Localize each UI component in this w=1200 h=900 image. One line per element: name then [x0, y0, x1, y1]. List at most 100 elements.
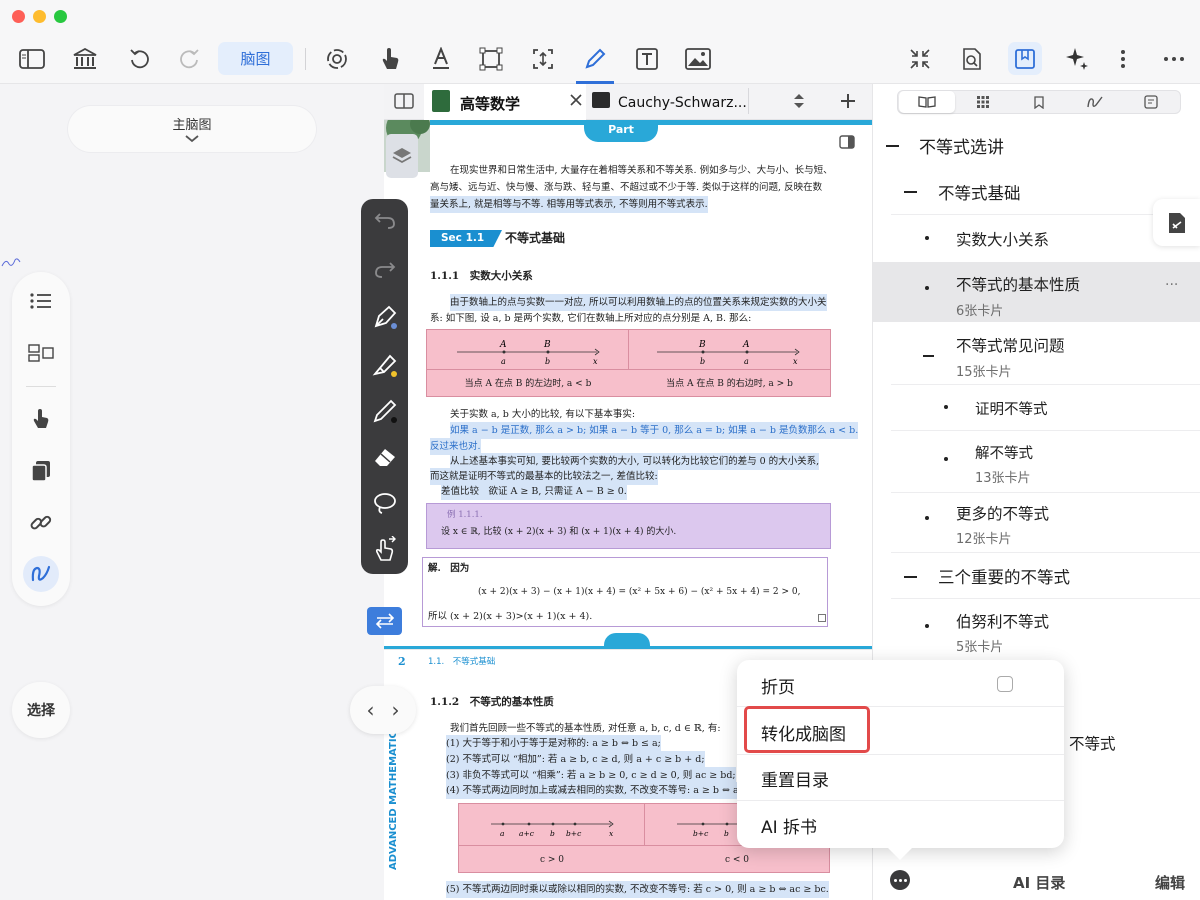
edit-button[interactable]: 编辑 — [1155, 872, 1185, 893]
view-bookmark-icon[interactable] — [1011, 91, 1067, 113]
swap-arrows-icon — [375, 613, 394, 629]
tab-advanced-math[interactable]: 高等数学 — [424, 84, 586, 120]
crop-expand-icon[interactable] — [526, 42, 560, 76]
collapse-toggle[interactable] — [904, 191, 917, 193]
close-window-icon[interactable] — [12, 10, 25, 23]
figure-caption-right: 当点 A 在点 B 的右边时, a > b — [666, 379, 793, 389]
touch-gesture-icon[interactable] — [369, 533, 400, 564]
row-more-icon[interactable]: ··· — [1165, 277, 1178, 293]
subsection-title-2: 1.1.2 不等式的基本性质 — [430, 696, 554, 708]
sidebar-panel-icon[interactable] — [839, 135, 855, 149]
outline-item-11[interactable]: 不等式 — [1069, 732, 1116, 754]
redo-stroke-icon[interactable] — [369, 254, 400, 285]
freehand-squiggle-icon[interactable] — [26, 559, 56, 589]
collapse-toggle[interactable] — [923, 355, 934, 357]
panel-view-switcher — [897, 90, 1181, 114]
highlight-annotation-box — [744, 706, 870, 753]
redo-icon[interactable] — [172, 42, 206, 76]
swap-direction-button[interactable] — [367, 607, 402, 635]
figure-cell-right: B Ab a x — [629, 330, 830, 370]
zoom-window-icon[interactable] — [54, 10, 67, 23]
outline-bullet — [925, 286, 929, 290]
text-underline-icon[interactable] — [424, 42, 458, 76]
outline-item-8[interactable]: 更多的不等式 — [956, 502, 1049, 524]
menu-item-ai-split-book[interactable]: AI 拆书 — [761, 813, 817, 838]
undo-icon[interactable] — [123, 42, 157, 76]
mindmap-side-toolbar — [12, 272, 70, 606]
svg-text:b: b — [724, 829, 729, 838]
minimize-window-icon[interactable] — [33, 10, 46, 23]
figure2-caption-left: c > 0 — [539, 855, 565, 865]
eraser-icon[interactable] — [369, 441, 400, 472]
collapse-toggle[interactable] — [904, 576, 917, 578]
ai-toc-button[interactable]: AI 目录 — [1013, 872, 1065, 893]
view-handwriting-icon[interactable] — [1067, 91, 1123, 113]
undo-stroke-icon[interactable] — [369, 205, 400, 236]
outline-item-9[interactable]: 三个重要的不等式 — [938, 564, 1070, 588]
view-notes-icon[interactable] — [1123, 91, 1179, 113]
copy-pages-icon[interactable] — [26, 456, 56, 486]
tab-cauchy-schwarz[interactable]: Cauchy-Schwarz... — [618, 95, 747, 111]
more-options-icon[interactable] — [890, 870, 910, 890]
outline-item-5[interactable]: 不等式常见问题 — [956, 334, 1065, 356]
pen-icon[interactable] — [578, 42, 612, 76]
main-mindmap-selector[interactable]: 主脑图 — [68, 106, 316, 152]
highlighter-icon[interactable] — [369, 349, 400, 380]
svg-text:A: A — [742, 340, 750, 350]
outline-bullet — [944, 405, 948, 409]
fountain-pen-icon[interactable] — [369, 301, 400, 332]
close-tab-icon[interactable] — [570, 94, 582, 106]
collapse-toggle[interactable] — [886, 145, 899, 147]
figure-caption-left: 当点 A 在点 B 的左边时, a < b — [464, 379, 592, 389]
solution-equation: (x + 2)(x + 3) − (x + 1)(x + 4) = (x² + … — [478, 587, 801, 597]
library-icon[interactable] — [68, 42, 102, 76]
more-horizontal-icon[interactable] — [1157, 42, 1191, 76]
text-box-icon[interactable] — [630, 42, 664, 76]
list-icon[interactable] — [26, 286, 56, 316]
select-button[interactable]: 选择 — [12, 682, 70, 738]
hand-pointer-icon[interactable] — [26, 404, 56, 434]
next-page-icon[interactable]: › — [392, 698, 400, 722]
more-vertical-icon[interactable] — [1106, 42, 1140, 76]
hand-pointer-icon[interactable] — [373, 42, 407, 76]
layout-blocks-icon[interactable] — [26, 338, 56, 368]
document-search-icon[interactable] — [955, 42, 989, 76]
link-icon[interactable] — [26, 508, 56, 538]
split-view-icon[interactable] — [394, 93, 414, 109]
menu-item-reset-toc[interactable]: 重置目录 — [761, 766, 829, 791]
svg-text:b: b — [545, 357, 550, 366]
bookmark-book-icon[interactable] — [1008, 42, 1042, 76]
outline-item-4[interactable]: 不等式的基本性质 — [956, 273, 1080, 295]
outline-separator — [891, 430, 1200, 431]
mindmap-canvas[interactable]: 主脑图 选择 — [0, 84, 384, 900]
example-box: 例 1.1.1. 设 x ∈ ℝ, 比较 (x + 2)(x + 3) 和 (x… — [426, 503, 831, 549]
lasso-icon[interactable] — [369, 487, 400, 518]
pencil-icon[interactable] — [369, 395, 400, 426]
shrink-arrows-icon[interactable] — [903, 42, 937, 76]
image-icon[interactable] — [681, 42, 715, 76]
outline-item-7[interactable]: 解不等式 — [975, 442, 1033, 463]
card-view-button[interactable] — [1153, 199, 1200, 246]
sync-gear-icon[interactable] — [320, 42, 354, 76]
mindmap-button[interactable]: 脑图 — [218, 42, 293, 75]
property-1: (1) 大于等于和小于等于是对称的: a ≥ b ⇔ b ≤ a; — [446, 735, 661, 752]
ai-sparkle-icon[interactable] — [1060, 42, 1094, 76]
outline-item-1[interactable]: 不等式选讲 — [919, 133, 1004, 158]
view-book-toc-icon[interactable] — [899, 91, 955, 113]
side-running-title: ADVANCED MATHEMATICS — [388, 723, 399, 870]
outline-item-6[interactable]: 证明不等式 — [975, 398, 1048, 419]
add-tab-icon[interactable] — [839, 92, 857, 110]
svg-text:b: b — [700, 357, 705, 366]
outline-item-10[interactable]: 伯努利不等式 — [956, 610, 1049, 632]
fold-page-checkbox[interactable] — [997, 676, 1013, 692]
layers-button[interactable] — [386, 134, 418, 178]
outline-item-3[interactable]: 实数大小关系 — [956, 228, 1049, 250]
view-grid-icon[interactable] — [955, 91, 1011, 113]
outline-item-2[interactable]: 不等式基础 — [938, 180, 1021, 204]
sidebar-toggle-icon[interactable] — [15, 42, 49, 76]
title-bar — [0, 0, 1200, 34]
prev-page-icon[interactable]: ‹ — [367, 698, 375, 722]
rectangle-select-icon[interactable] — [474, 42, 508, 76]
menu-item-fold-page[interactable]: 折页 — [761, 673, 795, 698]
tab-switch-arrows-icon[interactable] — [792, 92, 806, 110]
